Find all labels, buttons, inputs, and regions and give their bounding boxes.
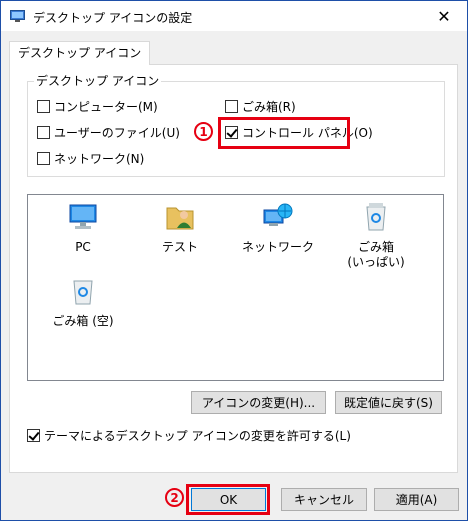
pc-icon xyxy=(69,204,97,229)
recycle-bin-full-icon xyxy=(366,203,386,231)
icon-label: テスト xyxy=(161,240,198,254)
icon-item-network[interactable]: ネットワーク xyxy=(238,201,318,255)
checkbox-box[interactable] xyxy=(37,151,50,165)
highlight-control-panel xyxy=(218,117,350,149)
title-bar: デスクトップ アイコンの設定 ✕ xyxy=(1,1,467,31)
step-1-marker: 1 xyxy=(194,122,213,141)
checkbox-network[interactable]: ネットワーク(N) xyxy=(37,149,144,167)
icon-label: PC xyxy=(75,240,91,254)
group-legend: デスクトップ アイコン xyxy=(34,74,162,88)
dialog-window: デスクトップ アイコンの設定 ✕ デスクトップ アイコン デスクトップ アイコン… xyxy=(0,0,468,521)
window-title: デスクトップ アイコンの設定 xyxy=(33,11,193,25)
tab-desktop-icons[interactable]: デスクトップ アイコン xyxy=(9,41,151,65)
icon-item-recycle-empty[interactable]: ごみ箱 (空) xyxy=(43,275,123,329)
apply-button[interactable]: 適用(A) xyxy=(374,488,459,511)
icon-label: ごみ箱 (いっぱい) xyxy=(347,240,405,269)
cancel-button[interactable]: キャンセル xyxy=(281,488,367,511)
step-2-marker: 2 xyxy=(165,488,184,507)
checkbox-theme-allow[interactable]: テーマによるデスクトップ アイコンの変更を許可する(L) xyxy=(27,426,351,444)
checkbox-label: コンピューター(M) xyxy=(54,99,158,114)
close-icon[interactable]: ✕ xyxy=(421,1,467,31)
checkbox-label: ユーザーのファイル(U) xyxy=(54,125,180,140)
checkbox-user-files[interactable]: ユーザーのファイル(U) xyxy=(37,123,180,141)
checkbox-recycle-bin[interactable]: ごみ箱(R) xyxy=(225,97,296,115)
icon-item-pc[interactable]: PC xyxy=(43,201,123,255)
icon-item-user[interactable]: テスト xyxy=(140,201,220,255)
checkbox-label: ごみ箱(R) xyxy=(242,99,296,114)
checkbox-box[interactable] xyxy=(37,99,50,113)
desktop-settings-icon xyxy=(10,10,25,22)
checkbox-box-checked[interactable] xyxy=(27,428,40,442)
checkbox-box[interactable] xyxy=(225,99,238,113)
ok-button[interactable]: OK xyxy=(191,488,266,511)
network-icon xyxy=(263,203,293,226)
user-folder-icon xyxy=(166,207,194,230)
icon-label: ごみ箱 (空) xyxy=(52,314,114,328)
checkbox-label: テーマによるデスクトップ アイコンの変更を許可する(L) xyxy=(44,428,351,443)
change-icon-button[interactable]: アイコンの変更(H)... xyxy=(191,391,326,414)
recycle-bin-empty-icon xyxy=(73,280,93,305)
checkbox-box[interactable] xyxy=(37,125,50,139)
icon-item-recycle-full[interactable]: ごみ箱 (いっぱい) xyxy=(336,201,416,270)
icon-list-panel[interactable]: PC テスト ネットワーク ごみ箱 (いっぱい) ごみ箱 (空) xyxy=(27,194,444,381)
checkbox-computer[interactable]: コンピューター(M) xyxy=(37,97,158,115)
icon-label: ネットワーク xyxy=(241,240,314,254)
restore-default-button[interactable]: 既定値に戻す(S) xyxy=(335,391,442,414)
checkbox-label: ネットワーク(N) xyxy=(54,151,145,166)
